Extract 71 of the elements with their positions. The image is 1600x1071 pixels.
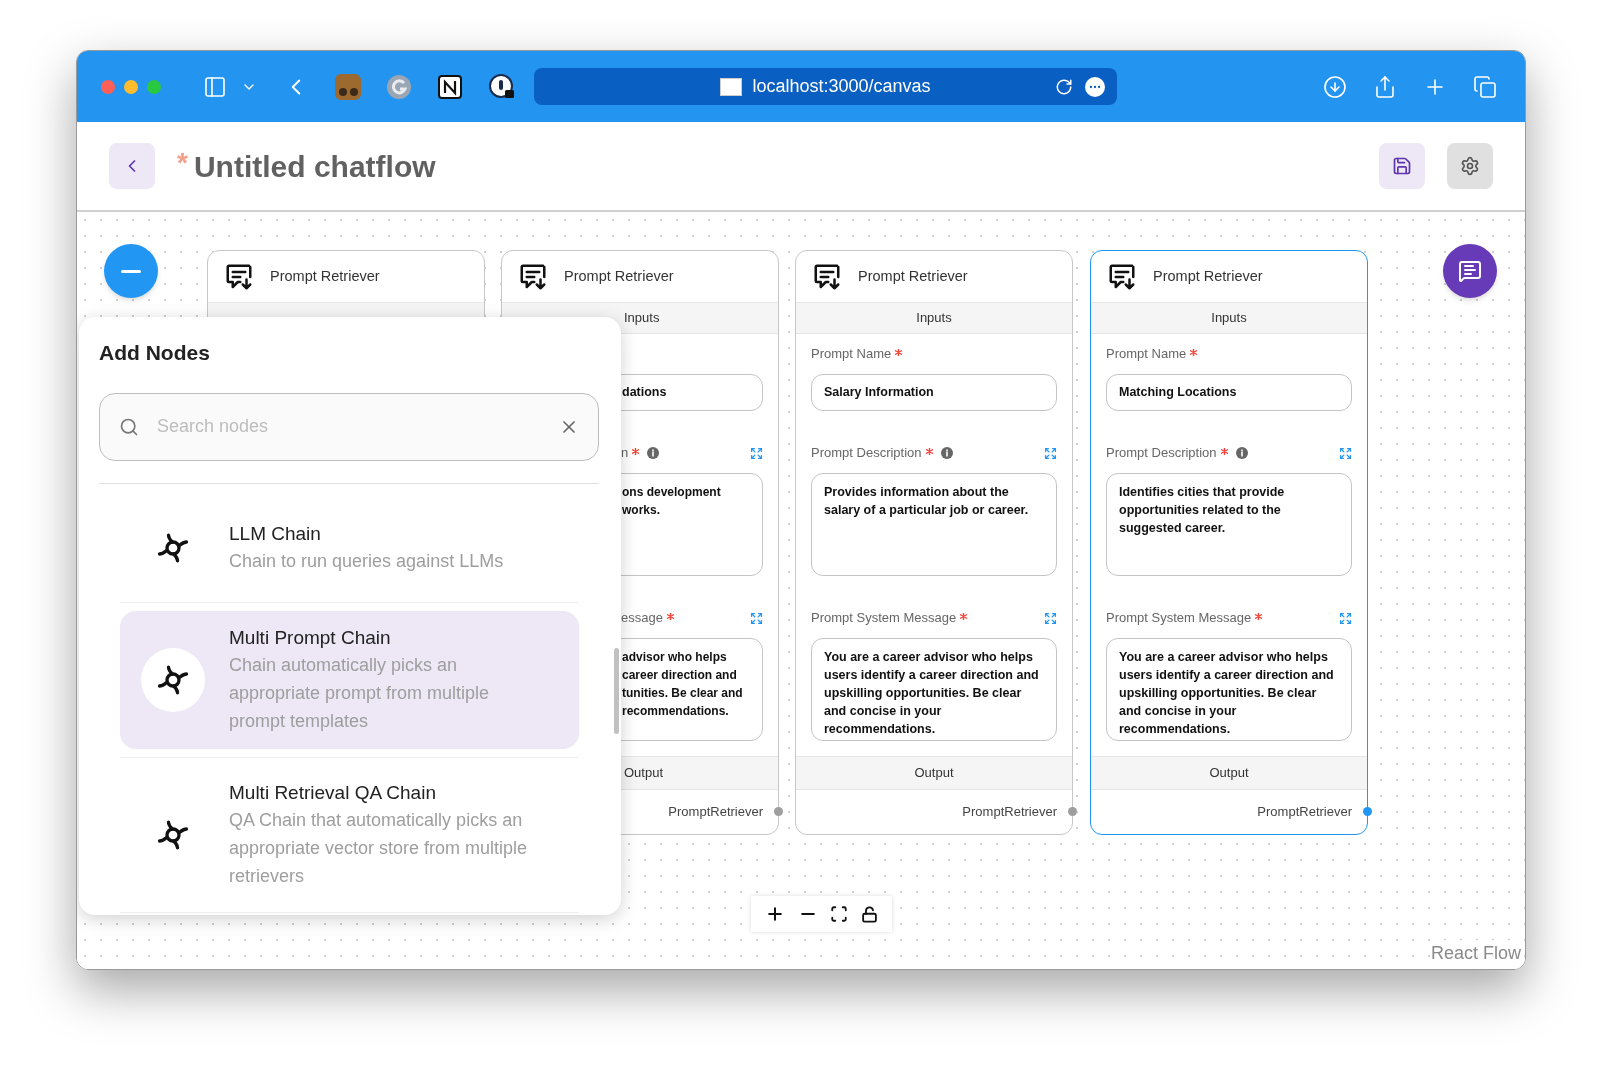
- field-label: Prompt Name: [1106, 345, 1187, 364]
- download-icon[interactable]: [1323, 74, 1347, 99]
- output-label: PromptRetriever: [962, 803, 1057, 822]
- node-title: Prompt Retriever: [564, 266, 674, 286]
- field-label: Prompt System Message: [1106, 609, 1252, 628]
- expand-icon[interactable]: [750, 611, 763, 625]
- tabs-overview-icon[interactable]: [1473, 74, 1497, 99]
- sidebar-icon[interactable]: [203, 74, 227, 99]
- settings-button[interactable]: [1447, 143, 1493, 189]
- info-icon[interactable]: [647, 447, 660, 459]
- more-icon[interactable]: [1085, 76, 1105, 97]
- output-handle[interactable]: [1068, 807, 1077, 816]
- output-label: PromptRetriever: [1257, 803, 1352, 822]
- node-title: Prompt Retriever: [1153, 266, 1263, 286]
- expand-icon[interactable]: [1044, 446, 1057, 460]
- page-favicon: [720, 77, 743, 96]
- field-label: Prompt Name: [811, 345, 892, 364]
- expand-icon[interactable]: [750, 446, 763, 460]
- expand-icon[interactable]: [1339, 611, 1352, 625]
- fit-view-icon[interactable]: [830, 905, 849, 923]
- unsaved-mark: *: [177, 146, 188, 180]
- text-field[interactable]: Salary Information: [811, 374, 1057, 411]
- text-area[interactable]: You are a career advisor who helps users identify a career direction and upskilling opportunities. Be clear and concise in your recommendations.: [811, 638, 1057, 741]
- save-button[interactable]: [1379, 143, 1425, 189]
- panel-title: Add Nodes: [99, 340, 211, 366]
- expand-icon[interactable]: [1339, 446, 1352, 460]
- settings-icon: [1460, 156, 1480, 176]
- section-heading: Inputs: [1091, 302, 1367, 334]
- circle-extension-icon[interactable]: [386, 73, 412, 100]
- field-label: n: [621, 444, 629, 463]
- text-area[interactable]: Provides information about the salary of a particular job or career.: [811, 473, 1057, 576]
- search-field[interactable]: Search nodes: [99, 392, 599, 461]
- scrollbar-thumb[interactable]: [614, 648, 619, 734]
- expand-icon[interactable]: [1044, 611, 1057, 625]
- section-heading: Inputs: [796, 302, 1072, 334]
- text-area[interactable]: You are a career advisor who helps users identify a career direction and upskilling opportunities. Be clear and concise in your recommendations.: [1106, 638, 1352, 741]
- node-name: Multi Retrieval QA Chain: [229, 780, 437, 805]
- text-field[interactable]: Matching Locations: [1106, 374, 1352, 411]
- minimize-window-button[interactable]: [124, 79, 138, 94]
- chatflow-title: Untitled chatflow: [193, 148, 436, 185]
- node-list-item[interactable]: Multi Prompt Chain Chain automatically picks an appropriate prompt from multiple prompt templates: [120, 610, 579, 749]
- section-heading: Output: [1091, 756, 1367, 790]
- chat-icon: [1458, 259, 1482, 283]
- address-bar[interactable]: localhost:3000/canvas: [534, 68, 1117, 105]
- node-name: LLM Chain: [229, 521, 322, 546]
- field-label: Prompt System Message: [811, 609, 957, 628]
- section-heading: Output: [796, 756, 1072, 790]
- node-name: Multi Prompt Chain: [229, 625, 392, 650]
- lock-extension-icon[interactable]: [488, 72, 516, 101]
- node-title: Prompt Retriever: [270, 266, 380, 286]
- output-handle[interactable]: [774, 807, 783, 816]
- share-icon[interactable]: [1373, 74, 1397, 99]
- field-label: essage: [621, 609, 663, 628]
- info-icon[interactable]: [1235, 447, 1248, 459]
- search-icon: [119, 416, 139, 437]
- field-label: Prompt Description: [1106, 444, 1217, 463]
- save-icon: [1392, 156, 1412, 176]
- lock-icon[interactable]: [860, 905, 878, 923]
- info-icon[interactable]: [940, 447, 953, 459]
- chat-button[interactable]: [1443, 244, 1497, 298]
- notebook-extension-icon[interactable]: [437, 73, 463, 100]
- output-handle[interactable]: [1363, 807, 1372, 816]
- output-label: PromptRetriever: [668, 803, 763, 822]
- node-description: Chain automatically picks an appropriate prompt from multiple prompt templates: [229, 653, 491, 733]
- collapse-button[interactable]: [104, 244, 158, 298]
- reload-icon[interactable]: [1055, 77, 1073, 96]
- node-title: Prompt Retriever: [858, 266, 968, 286]
- text-area[interactable]: Identifies cities that provide opportunities related to the suggested career.: [1106, 473, 1352, 576]
- field-label: Prompt Description: [811, 444, 922, 463]
- glasses-extension-icon[interactable]: [335, 73, 361, 100]
- minus-icon: [121, 269, 141, 273]
